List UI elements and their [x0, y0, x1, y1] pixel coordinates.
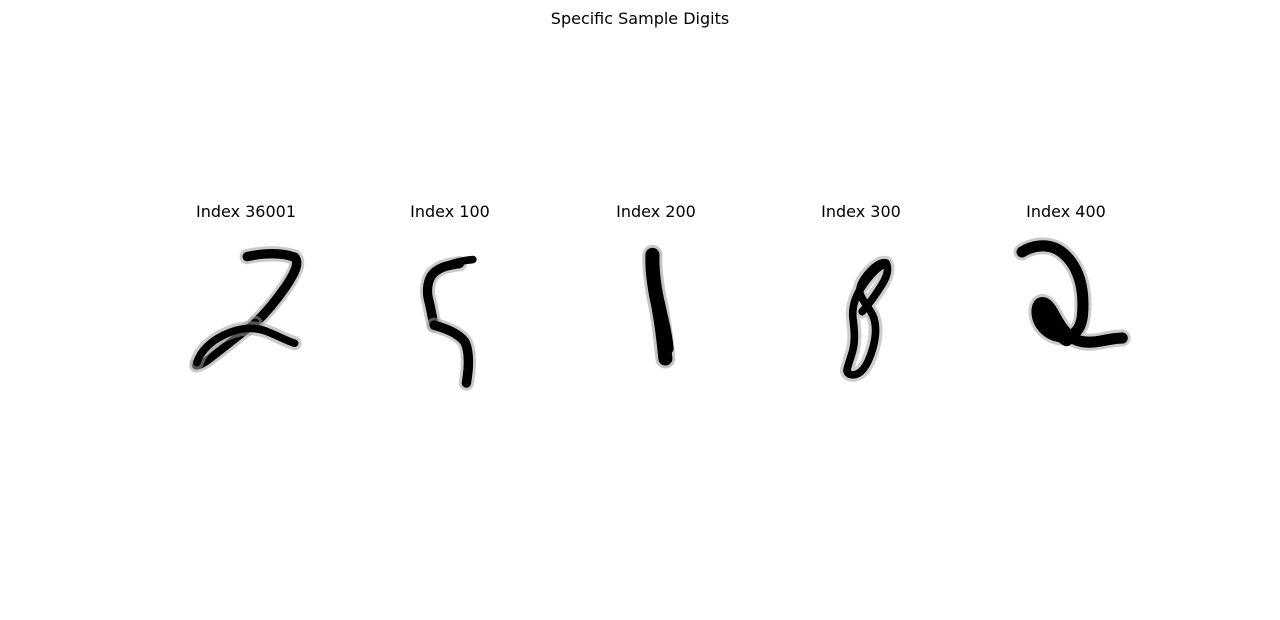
panel-title-2: Index 100: [410, 202, 490, 221]
digit-1-drawing: [642, 244, 676, 369]
panel-title-4: Index 300: [821, 202, 901, 221]
digit-8-drawing: [839, 255, 895, 382]
digit-2-drawing: [189, 246, 305, 373]
digit-5-drawing: [419, 255, 477, 391]
digit-image-5: [984, 232, 1148, 396]
digit-image-3: [574, 232, 738, 396]
figure-title: Specific Sample Digits: [550, 9, 730, 28]
panel-title-3: Index 200: [616, 202, 696, 221]
panel-title-1: Index 36001: [195, 202, 297, 221]
digit-2-curly-drawing: [1013, 237, 1131, 351]
digit-image-1: [164, 232, 328, 396]
digit-image-2: [368, 232, 532, 396]
panel-title-5: Index 400: [1026, 202, 1106, 221]
digit-image-4: [779, 232, 943, 396]
